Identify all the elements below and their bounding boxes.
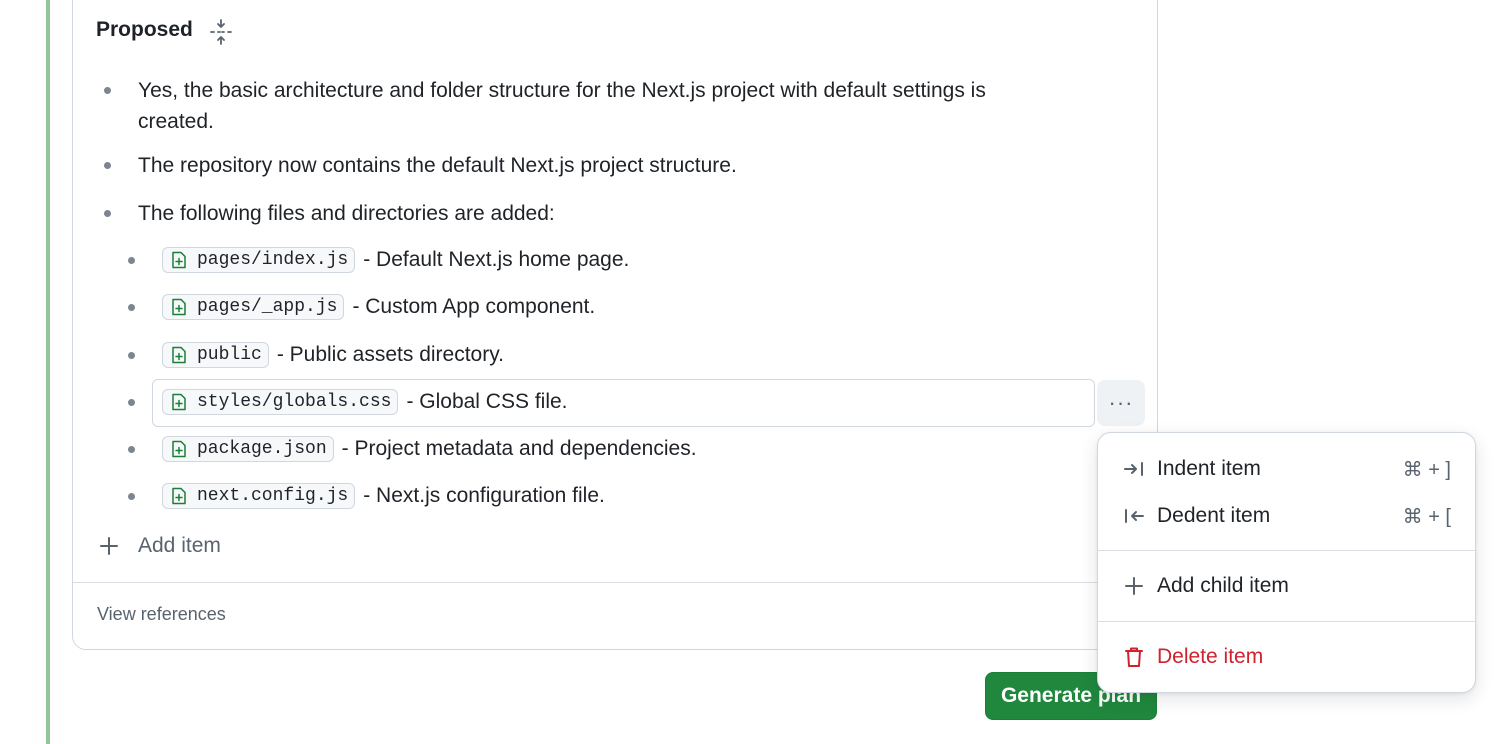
card-title: Proposed xyxy=(96,18,193,41)
view-references-link[interactable]: View references xyxy=(97,604,226,625)
card-divider xyxy=(73,582,1157,583)
plus-icon xyxy=(1122,574,1146,598)
list-item[interactable]: pages/index.js - Default Next.js home pa… xyxy=(162,245,629,275)
dedent-icon xyxy=(1122,504,1146,528)
file-chip[interactable]: pages/index.js xyxy=(162,247,356,273)
list-item[interactable]: public - Public assets directory. xyxy=(162,340,504,370)
timeline-bar xyxy=(46,0,50,744)
file-name: package.json xyxy=(197,439,327,459)
menu-item-label: Dedent item xyxy=(1157,504,1271,527)
file-added-icon xyxy=(171,440,187,458)
menu-item-dedent[interactable]: Dedent item ⌘ + [ xyxy=(1098,494,1475,538)
list-item: The repository now contains the default … xyxy=(138,154,737,177)
list-item[interactable]: pages/_app.js - Custom App component. xyxy=(162,292,595,322)
add-item-button[interactable]: Add item xyxy=(98,530,221,562)
file-added-icon xyxy=(171,487,187,505)
list-bullet xyxy=(128,446,135,453)
file-description: - Public assets directory. xyxy=(276,343,504,366)
collapse-icon[interactable] xyxy=(208,18,234,46)
file-name: pages/index.js xyxy=(197,250,349,270)
list-bullet xyxy=(104,210,111,217)
more-options-button[interactable]: ··· xyxy=(1097,380,1145,426)
file-description: - Project metadata and dependencies. xyxy=(341,437,697,460)
menu-item-delete[interactable]: Delete item xyxy=(1098,635,1475,679)
menu-item-add-child[interactable]: Add child item xyxy=(1098,564,1475,608)
file-description: - Global CSS file. xyxy=(406,390,568,413)
menu-item-label: Add child item xyxy=(1157,574,1289,597)
menu-divider xyxy=(1098,621,1475,622)
file-description: - Custom App component. xyxy=(352,295,596,318)
list-item[interactable]: package.json - Project metadata and depe… xyxy=(162,434,697,464)
list-bullet xyxy=(128,493,135,500)
add-item-label: Add item xyxy=(138,534,221,557)
list-item: The following files and directories are … xyxy=(138,202,555,225)
file-chip[interactable]: package.json xyxy=(162,436,334,462)
list-item[interactable]: next.config.js - Next.js configuration f… xyxy=(162,481,605,511)
list-item: Yes, the basic architecture and folder s… xyxy=(138,79,986,133)
list-bullet xyxy=(128,304,135,311)
file-name: public xyxy=(197,345,262,365)
indent-icon xyxy=(1122,457,1146,481)
keyboard-shortcut: ⌘ + ] xyxy=(1402,458,1451,481)
keyboard-shortcut: ⌘ + [ xyxy=(1402,505,1451,528)
plus-icon xyxy=(98,535,120,557)
list-bullet xyxy=(128,257,135,264)
file-chip[interactable]: pages/_app.js xyxy=(162,294,345,320)
trash-icon xyxy=(1122,645,1146,669)
menu-item-indent[interactable]: Indent item ⌘ + ] xyxy=(1098,447,1475,491)
context-menu: Indent item ⌘ + ] Dedent item ⌘ + [ Add … xyxy=(1097,432,1476,693)
list-bullet xyxy=(128,352,135,359)
file-added-icon xyxy=(171,346,187,364)
file-added-icon xyxy=(171,298,187,316)
file-name: styles/globals.css xyxy=(197,392,392,412)
list-item[interactable]: styles/globals.css - Global CSS file. xyxy=(162,387,568,417)
file-added-icon xyxy=(171,251,187,269)
file-chip[interactable]: styles/globals.css xyxy=(162,389,399,415)
file-description: - Next.js configuration file. xyxy=(363,484,605,507)
list-bullet xyxy=(104,87,111,94)
file-name: next.config.js xyxy=(197,486,349,506)
menu-divider xyxy=(1098,550,1475,551)
file-chip[interactable]: next.config.js xyxy=(162,483,356,509)
menu-item-label: Delete item xyxy=(1157,645,1264,668)
file-chip[interactable]: public xyxy=(162,342,269,368)
file-added-icon xyxy=(171,393,187,411)
list-bullet xyxy=(128,399,135,406)
menu-item-label: Indent item xyxy=(1157,457,1261,480)
list-bullet xyxy=(104,162,111,169)
file-name: pages/_app.js xyxy=(197,297,338,317)
file-description: - Default Next.js home page. xyxy=(363,248,630,271)
